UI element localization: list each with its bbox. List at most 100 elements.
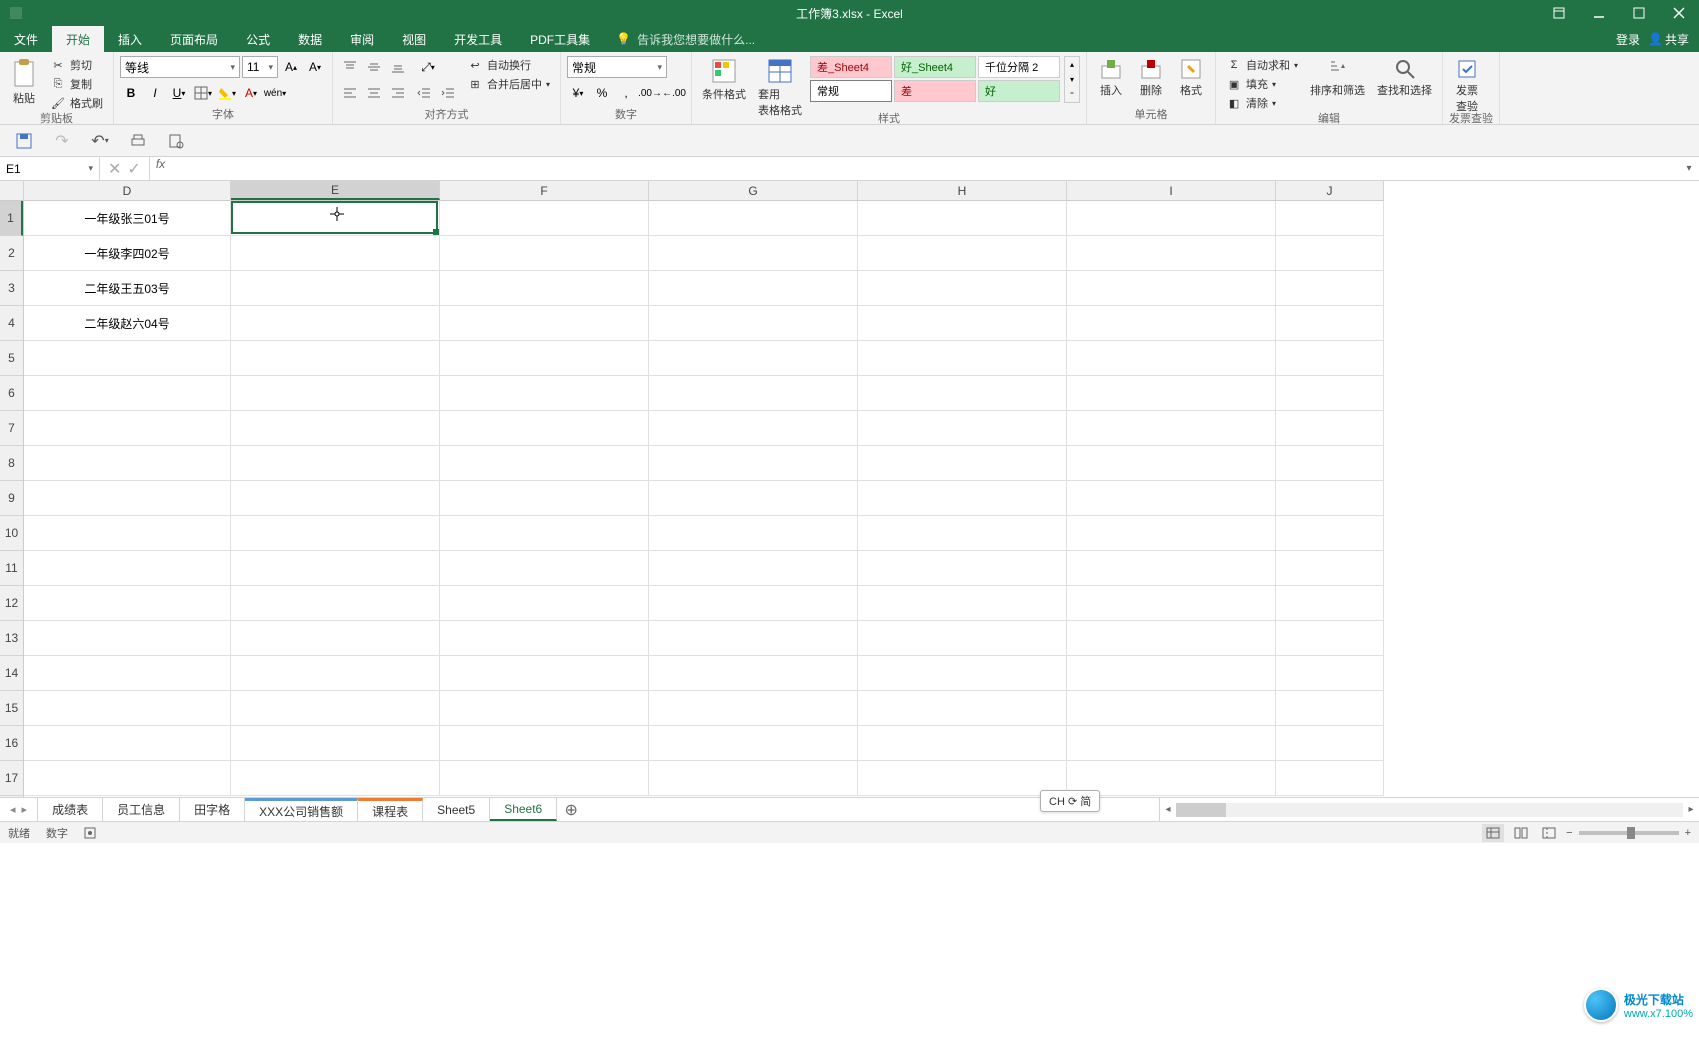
delete-cells-button[interactable]: 删除 (1133, 56, 1169, 100)
cell-F8[interactable] (440, 446, 649, 481)
gallery-down-icon[interactable]: ▾ (1065, 72, 1079, 87)
sheet-nav[interactable]: ◂▸ (0, 798, 38, 821)
cell-I1[interactable] (1067, 201, 1276, 236)
cell-D17[interactable] (24, 761, 231, 796)
cell-E9[interactable] (231, 481, 440, 516)
cell-J14[interactable] (1276, 656, 1384, 691)
login-link[interactable]: 登录 (1616, 31, 1640, 48)
increase-indent-icon[interactable] (437, 82, 459, 104)
row-header-15[interactable]: 15 (0, 691, 23, 726)
currency-button[interactable]: ¥▾ (567, 82, 589, 104)
cell-D4[interactable]: 二年级赵六04号 (24, 306, 231, 341)
enter-icon[interactable]: ✓ (127, 159, 140, 179)
cell-I9[interactable] (1067, 481, 1276, 516)
cell-I2[interactable] (1067, 236, 1276, 271)
cell-E13[interactable] (231, 621, 440, 656)
row-header-16[interactable]: 16 (0, 726, 23, 761)
scroll-left-icon[interactable]: ◂ (1160, 804, 1176, 815)
sheet-tab-3[interactable]: XXX公司销售额 (245, 798, 358, 821)
cell-D10[interactable] (24, 516, 231, 551)
zoom-out-icon[interactable]: − (1566, 827, 1572, 839)
cell-H7[interactable] (858, 411, 1067, 446)
paste-button[interactable]: 粘贴 (6, 56, 42, 108)
cell-J9[interactable] (1276, 481, 1384, 516)
cell-F7[interactable] (440, 411, 649, 446)
format-cells-button[interactable]: 格式 (1173, 56, 1209, 100)
cell-I8[interactable] (1067, 446, 1276, 481)
cell-F17[interactable] (440, 761, 649, 796)
sheet-tab-5[interactable]: Sheet5 (423, 798, 490, 821)
autosum-button[interactable]: Σ自动求和▾ (1222, 56, 1302, 74)
cancel-icon[interactable]: ✕ (108, 159, 121, 179)
cell-D2[interactable]: 一年级李四02号 (24, 236, 231, 271)
fill-color-button[interactable]: ▾ (216, 82, 238, 104)
row-header-2[interactable]: 2 (0, 236, 23, 271)
print-preview-icon[interactable] (166, 131, 186, 151)
cell-E16[interactable] (231, 726, 440, 761)
cell-H4[interactable] (858, 306, 1067, 341)
cell-D9[interactable] (24, 481, 231, 516)
font-family-combo[interactable]: 等线▾ (120, 56, 240, 78)
cell-H1[interactable] (858, 201, 1067, 236)
cell-G16[interactable] (649, 726, 858, 761)
phonetic-button[interactable]: wén▾ (264, 82, 286, 104)
cell-G15[interactable] (649, 691, 858, 726)
cell-H3[interactable] (858, 271, 1067, 306)
cell-F9[interactable] (440, 481, 649, 516)
cell-J5[interactable] (1276, 341, 1384, 376)
cell-F6[interactable] (440, 376, 649, 411)
style-good[interactable]: 好 (978, 80, 1060, 102)
cell-G5[interactable] (649, 341, 858, 376)
cell-E3[interactable] (231, 271, 440, 306)
cell-E5[interactable] (231, 341, 440, 376)
fx-label[interactable]: fx (150, 157, 171, 180)
cell-J13[interactable] (1276, 621, 1384, 656)
cell-G11[interactable] (649, 551, 858, 586)
cell-E15[interactable] (231, 691, 440, 726)
formula-input[interactable] (171, 157, 1679, 180)
cell-G12[interactable] (649, 586, 858, 621)
row-header-10[interactable]: 10 (0, 516, 23, 551)
cell-D3[interactable]: 二年级王五03号 (24, 271, 231, 306)
cell-J17[interactable] (1276, 761, 1384, 796)
select-all-corner[interactable] (0, 181, 24, 201)
cell-H14[interactable] (858, 656, 1067, 691)
cell-G14[interactable] (649, 656, 858, 691)
invoice-check-button[interactable]: 发票 查验 (1449, 56, 1485, 116)
style-bad[interactable]: 差 (894, 80, 976, 102)
cell-H15[interactable] (858, 691, 1067, 726)
style-bad-sheet4[interactable]: 差_Sheet4 (810, 56, 892, 78)
cell-I15[interactable] (1067, 691, 1276, 726)
cell-I12[interactable] (1067, 586, 1276, 621)
conditional-format-button[interactable]: 条件格式 (698, 56, 750, 104)
gallery-more-icon[interactable]: ⁼ (1065, 87, 1079, 102)
quick-print-icon[interactable] (128, 131, 148, 151)
sheet-tab-2[interactable]: 田字格 (180, 798, 245, 821)
cell-I13[interactable] (1067, 621, 1276, 656)
cell-H12[interactable] (858, 586, 1067, 621)
cell-F5[interactable] (440, 341, 649, 376)
fill-button[interactable]: ▣填充▾ (1222, 75, 1302, 93)
zoom-in-icon[interactable]: + (1685, 827, 1691, 839)
cell-G6[interactable] (649, 376, 858, 411)
cell-F3[interactable] (440, 271, 649, 306)
sheet-tab-4[interactable]: 课程表 (358, 798, 423, 821)
sheet-tab-0[interactable]: 成绩表 (38, 798, 103, 821)
cell-G3[interactable] (649, 271, 858, 306)
align-right-icon[interactable] (387, 82, 409, 104)
decrease-font-icon[interactable]: A▾ (304, 56, 326, 78)
col-header-E[interactable]: E (231, 181, 440, 200)
cell-D1[interactable]: 一年级张三01号 (24, 201, 231, 236)
cell-E14[interactable] (231, 656, 440, 691)
tell-me[interactable]: 💡 告诉我您想要做什么... (616, 26, 755, 52)
cell-H8[interactable] (858, 446, 1067, 481)
cell-J15[interactable] (1276, 691, 1384, 726)
row-header-11[interactable]: 11 (0, 551, 23, 586)
col-header-G[interactable]: G (649, 181, 858, 200)
maximize-icon[interactable] (1619, 0, 1659, 26)
tab-review[interactable]: 审阅 (336, 26, 388, 52)
cell-F13[interactable] (440, 621, 649, 656)
cell-I3[interactable] (1067, 271, 1276, 306)
tab-formulas[interactable]: 公式 (232, 26, 284, 52)
tab-view[interactable]: 视图 (388, 26, 440, 52)
